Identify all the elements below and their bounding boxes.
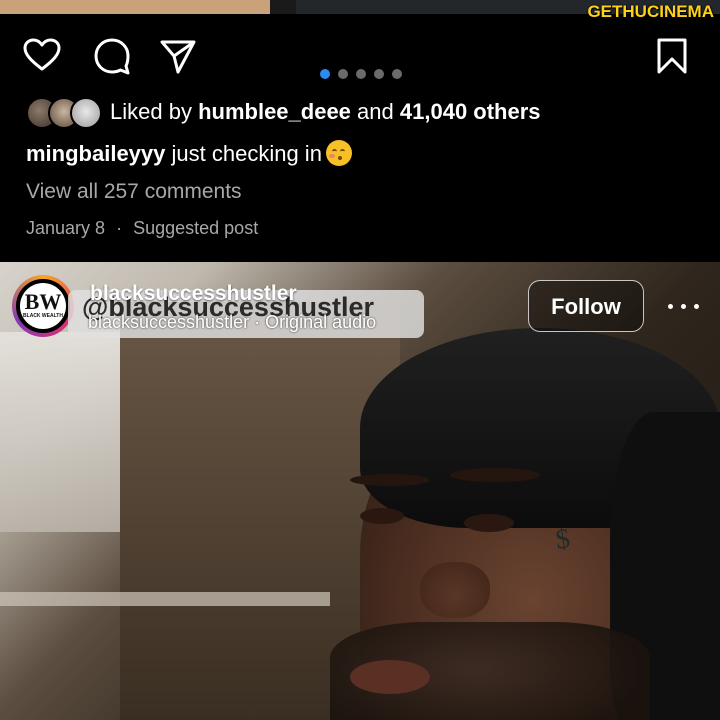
account-avatar[interactable]: BW BLACK WEALTH bbox=[12, 275, 74, 337]
person-lips bbox=[350, 660, 430, 694]
follow-button[interactable]: Follow bbox=[528, 280, 644, 332]
post-date: January 8 bbox=[26, 218, 106, 238]
kissing-emoji-icon bbox=[325, 140, 352, 166]
likes-text: Liked by humblee_deee and 41,040 others bbox=[110, 99, 541, 125]
share-icon bbox=[160, 40, 196, 74]
view-comments-link[interactable]: View all 257 comments bbox=[26, 180, 242, 204]
previous-image-left bbox=[0, 0, 270, 14]
save-button[interactable] bbox=[652, 36, 692, 76]
post-meta: January 8 · Suggested post bbox=[26, 218, 258, 239]
person-brow bbox=[450, 468, 540, 482]
carousel-dot bbox=[356, 69, 366, 79]
account-username[interactable]: blacksuccesshustler bbox=[90, 282, 297, 306]
share-button[interactable] bbox=[158, 36, 198, 76]
heart-icon bbox=[23, 38, 61, 71]
original-audio-link[interactable]: blacksuccesshustler · Original audio bbox=[88, 312, 376, 333]
background-window bbox=[0, 332, 130, 532]
more-options-button[interactable] bbox=[666, 292, 702, 320]
meta-separator: · bbox=[116, 218, 123, 238]
watermark-logo: GETHUCINEMA bbox=[587, 2, 714, 21]
more-dot-icon bbox=[668, 304, 673, 309]
carousel-dot bbox=[392, 69, 402, 79]
likes-count[interactable]: 41,040 others bbox=[400, 99, 541, 124]
post-caption: mingbaileyyy just checking in bbox=[26, 140, 352, 167]
caption-text: just checking in bbox=[171, 141, 322, 166]
suggested-post-label: Suggested post bbox=[133, 218, 259, 238]
likes-prefix: Liked by bbox=[110, 99, 192, 124]
more-dot-icon bbox=[694, 304, 699, 309]
comment-icon bbox=[94, 38, 130, 75]
like-button[interactable] bbox=[22, 36, 62, 76]
previous-image-divider bbox=[270, 0, 296, 14]
carousel-dot-active bbox=[320, 69, 330, 79]
carousel-indicator bbox=[320, 68, 402, 80]
person-brow bbox=[350, 474, 430, 486]
bookmark-icon bbox=[657, 38, 687, 74]
person-eye bbox=[464, 514, 514, 532]
comment-button[interactable] bbox=[92, 36, 132, 76]
likes-row[interactable]: Liked by humblee_deee and 41,040 others bbox=[26, 96, 541, 129]
liker-username[interactable]: humblee_deee bbox=[198, 99, 351, 124]
more-dot-icon bbox=[681, 304, 686, 309]
person-nose bbox=[420, 562, 490, 618]
caption-username[interactable]: mingbaileyyy bbox=[26, 141, 165, 166]
person-eye bbox=[360, 508, 404, 524]
post-action-bar bbox=[0, 24, 720, 86]
avatar bbox=[70, 97, 102, 129]
account-logo: BW BLACK WEALTH bbox=[20, 283, 66, 329]
carousel-dot bbox=[338, 69, 348, 79]
carousel-dot bbox=[374, 69, 384, 79]
liker-avatars bbox=[26, 97, 104, 129]
background-shelf bbox=[0, 592, 330, 606]
likes-and: and bbox=[357, 99, 394, 124]
